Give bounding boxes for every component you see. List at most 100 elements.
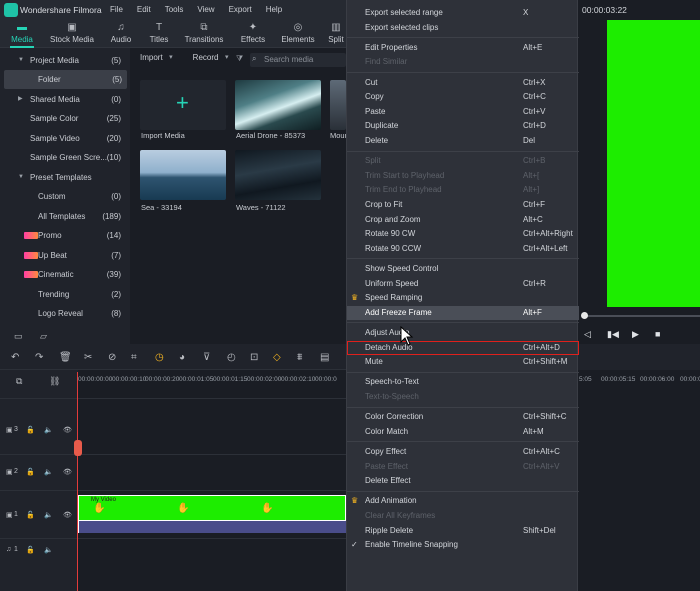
menu-item-uniform-speed[interactable]: Uniform Speed Ctrl+R: [347, 277, 579, 291]
link-icon[interactable]: ⛓: [49, 376, 60, 387]
menu-item-rotate-90-ccw[interactable]: Rotate 90 CCW Ctrl+Alt+Left: [347, 242, 579, 256]
color-icon[interactable]: ◕: [179, 352, 185, 363]
sidebar-item-sample-video[interactable]: Sample Video (20): [0, 129, 130, 148]
tab-media[interactable]: ▬ Media: [2, 20, 42, 48]
tab-split[interactable]: ▥ Split: [326, 20, 346, 48]
expand-down-icon[interactable]: ▼: [18, 51, 24, 70]
keyframe-icon[interactable]: ◇: [273, 352, 281, 363]
fit-icon[interactable]: ⊡: [250, 352, 258, 363]
import-media-tile[interactable]: +: [140, 80, 226, 130]
folder-open-icon[interactable]: ▱: [40, 331, 47, 342]
menu-item-enable-timeline-snapping[interactable]: ✓ Enable Timeline Snapping: [347, 538, 579, 552]
new-folder-icon[interactable]: ▭: [14, 331, 23, 342]
lock-icon[interactable]: 🔓: [26, 511, 35, 519]
menu-view[interactable]: View: [197, 5, 214, 14]
menu-item-color-correction[interactable]: Color Correction Ctrl+Shift+C: [347, 410, 579, 424]
cut-icon[interactable]: ✂: [84, 352, 92, 363]
sidebar-item-shared-media[interactable]: ▶ Shared Media (0): [0, 90, 130, 109]
stop-icon[interactable]: ■: [655, 329, 660, 339]
lock-icon[interactable]: 🔓: [26, 426, 35, 434]
record-dropdown[interactable]: Record: [193, 53, 229, 67]
crop-icon[interactable]: ⌗: [131, 352, 137, 363]
audio-icon[interactable]: ⩩: [297, 352, 302, 363]
sidebar-item-logo-reveal[interactable]: Logo Reveal (8): [0, 304, 130, 323]
undo-icon[interactable]: ↶: [11, 352, 19, 363]
prev-frame-icon[interactable]: ▮◀: [607, 329, 619, 340]
sidebar-item-sample-green-screen[interactable]: Sample Green Scre... (10): [0, 148, 130, 167]
menu-item-rotate-90-cw[interactable]: Rotate 90 CW Ctrl+Alt+Right: [347, 227, 579, 241]
import-dropdown[interactable]: Import: [140, 53, 173, 67]
tab-stock-media[interactable]: ▣ Stock Media: [46, 20, 98, 48]
search-input[interactable]: ⌕ Search media: [250, 53, 346, 67]
menu-item-crop-to-fit[interactable]: Crop to Fit Ctrl+F: [347, 198, 579, 212]
media-thumb-mountain[interactable]: [330, 80, 346, 130]
speaker-icon[interactable]: 🔈: [44, 511, 53, 519]
menu-item-adjust-audio[interactable]: Adjust Audio: [347, 326, 579, 340]
sidebar-item-cinematic[interactable]: Cinematic (39): [0, 265, 130, 284]
expand-right-icon[interactable]: ▶: [18, 90, 23, 109]
eye-icon[interactable]: 👁: [63, 426, 72, 434]
menu-item-paste[interactable]: Paste Ctrl+V: [347, 105, 579, 119]
disable-icon[interactable]: ⊘: [108, 352, 116, 363]
redo-icon[interactable]: ↷: [35, 352, 43, 363]
menu-item-cut[interactable]: Cut Ctrl+X: [347, 76, 579, 90]
menu-tools[interactable]: Tools: [165, 5, 184, 14]
menu-edit[interactable]: Edit: [137, 5, 151, 14]
expand-down-icon[interactable]: ▼: [18, 168, 24, 187]
speaker-icon[interactable]: 🔈: [44, 426, 53, 434]
duration-icon[interactable]: ◴: [227, 352, 236, 363]
sidebar-item-preset-templates[interactable]: ▼ Preset Templates: [0, 168, 130, 187]
sidebar-item-promo[interactable]: Promo (14): [0, 226, 130, 245]
menu-item-duplicate[interactable]: Duplicate Ctrl+D: [347, 119, 579, 133]
video-clip[interactable]: [78, 495, 346, 521]
menu-file[interactable]: File: [110, 5, 123, 14]
menu-item-speed-ramping[interactable]: ♛ Speed Ramping: [347, 291, 579, 305]
eye-icon[interactable]: 👁: [63, 511, 72, 519]
menu-item-copy[interactable]: Copy Ctrl+C: [347, 90, 579, 104]
tab-titles[interactable]: T Titles: [142, 20, 176, 48]
tab-audio[interactable]: ♫ Audio: [104, 20, 138, 48]
speed-icon[interactable]: ◷: [155, 352, 164, 363]
menu-item-crop-and-zoom[interactable]: Crop and Zoom Alt+C: [347, 213, 579, 227]
green-screen-icon[interactable]: ⊽: [203, 352, 210, 363]
menu-export[interactable]: Export: [229, 5, 252, 14]
speaker-icon[interactable]: 🔈: [44, 468, 53, 476]
menu-item-export-selected-range[interactable]: Export selected range X: [347, 6, 579, 20]
menu-item-ripple-delete[interactable]: Ripple Delete Shift+Del: [347, 524, 579, 538]
menu-item-add-freeze-frame[interactable]: Add Freeze Frame Alt+F: [347, 305, 579, 320]
playhead-handle[interactable]: [74, 440, 82, 456]
sidebar-item-sample-color[interactable]: Sample Color (25): [0, 109, 130, 128]
menu-item-edit-properties[interactable]: Edit Properties Alt+E: [347, 41, 579, 55]
step-back-icon[interactable]: ◁: [584, 329, 591, 340]
tab-transitions[interactable]: ⧉ Transitions: [182, 20, 226, 48]
menu-item-add-animation[interactable]: ♛ Add Animation: [347, 494, 579, 508]
lock-icon[interactable]: 🔓: [26, 546, 35, 554]
menu-item-show-speed-control[interactable]: Show Speed Control: [347, 262, 579, 276]
sidebar-item-up-beat[interactable]: Up Beat (7): [0, 246, 130, 265]
add-track-icon[interactable]: ⧉: [16, 376, 22, 387]
media-thumb-sea[interactable]: [140, 150, 226, 200]
media-thumb-waves[interactable]: [235, 150, 321, 200]
tab-effects[interactable]: ✦ Effects: [234, 20, 272, 48]
sidebar-item-trending[interactable]: Trending (2): [0, 285, 130, 304]
sidebar-item-folder[interactable]: Folder (5): [4, 70, 127, 89]
sidebar-item-all-templates[interactable]: All Templates (189): [0, 207, 130, 226]
filter-icon[interactable]: ⧩: [236, 54, 243, 64]
preview-progress-track[interactable]: [582, 315, 700, 317]
menu-item-delete-effect[interactable]: Delete Effect: [347, 474, 579, 488]
delete-icon[interactable]: 🗑: [59, 352, 72, 363]
menu-help[interactable]: Help: [266, 5, 282, 14]
media-thumb-aerial-drone[interactable]: [235, 80, 321, 130]
lock-icon[interactable]: 🔓: [26, 468, 35, 476]
play-icon[interactable]: ▶: [632, 329, 639, 340]
menu-item-copy-effect[interactable]: Copy Effect Ctrl+Alt+C: [347, 445, 579, 459]
playhead[interactable]: [77, 372, 78, 591]
menu-item-delete[interactable]: Delete Del: [347, 134, 579, 148]
menu-item-export-selected-clips[interactable]: Export selected clips: [347, 21, 579, 35]
tab-elements[interactable]: ◎ Elements: [278, 20, 318, 48]
eye-icon[interactable]: 👁: [63, 468, 72, 476]
preview-progress-handle[interactable]: [581, 312, 588, 319]
clip-audio-waveform[interactable]: [78, 521, 346, 533]
speaker-icon[interactable]: 🔈: [44, 546, 53, 554]
menu-item-detach-audio[interactable]: Detach Audio Ctrl+Alt+D: [347, 340, 579, 355]
